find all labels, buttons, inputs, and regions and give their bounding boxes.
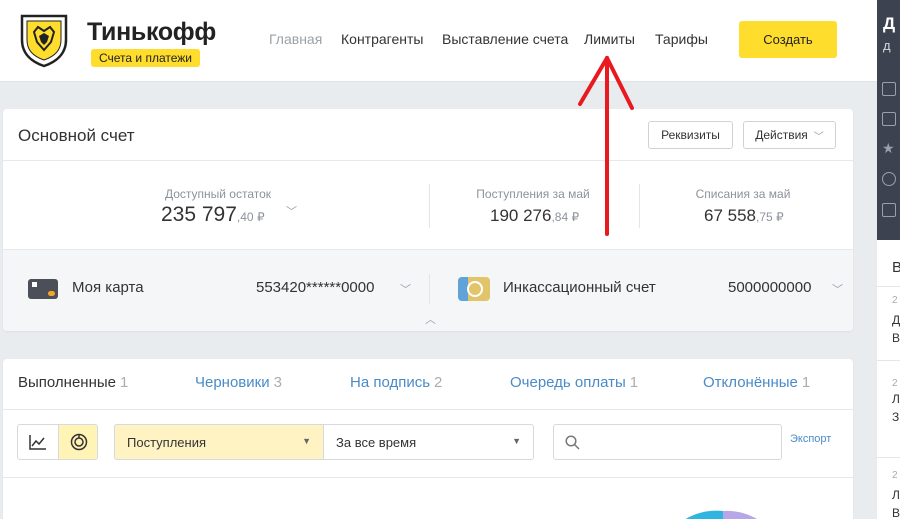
sidebar-title: Д — [883, 14, 896, 33]
nav-contractors[interactable]: Контрагенты — [341, 31, 423, 47]
payments-card: Выполненные 1 Черновики 3 На подпись 2 Очер… — [3, 359, 853, 519]
nav-tariffs[interactable]: Тарифы — [655, 31, 708, 47]
collection-account-icon — [458, 277, 490, 301]
divider — [877, 286, 900, 287]
event-date: 2 — [892, 295, 898, 306]
income-amount: 190 276 — [490, 206, 552, 225]
pie-chart-view-button[interactable] — [58, 425, 97, 459]
card-number: 553420******0000 — [256, 279, 375, 296]
tab-count: 2 — [434, 374, 443, 391]
details-button[interactable]: Реквизиты — [648, 121, 733, 149]
nav-home[interactable]: Главная — [269, 31, 322, 47]
divider — [877, 457, 900, 458]
dropdown-arrow-icon: ▼ — [512, 436, 521, 446]
sidebar-list-header: В — [892, 259, 900, 276]
create-button[interactable]: Создать — [739, 21, 837, 58]
collection-account-number: 5000000000 — [728, 279, 812, 296]
balance-cents: ,40 ₽ — [236, 210, 265, 224]
bank-card-icon — [28, 279, 58, 299]
income-cents: ,84 ₽ — [551, 210, 580, 224]
tab-label: На подпись — [350, 374, 431, 391]
event-line[interactable]: В — [892, 506, 900, 519]
actions-button[interactable]: Действия ﹀ — [743, 121, 836, 149]
income-value: 190 276,84 ₽ — [490, 206, 579, 226]
period-select[interactable]: За все время ▼ — [324, 424, 534, 460]
brand-name: Тинькофф — [87, 18, 216, 46]
chart-view-toggle — [17, 424, 98, 460]
card-chevron-down-icon[interactable]: ﹀ — [400, 281, 411, 297]
operation-type-select[interactable]: Поступления ▼ — [114, 424, 324, 460]
nav-invoicing[interactable]: Выставление счета — [442, 31, 568, 47]
tab-completed[interactable]: Выполненные 1 — [18, 374, 128, 391]
chevron-down-icon: ﹀ — [813, 131, 824, 143]
account-title: Основной счет — [18, 126, 135, 145]
balance-value: 235 797,40 ₽ — [161, 203, 265, 227]
tab-rejected[interactable]: Отклонённые 1 — [703, 374, 810, 391]
expense-cents: ,75 ₽ — [756, 210, 784, 224]
event-line[interactable]: Л — [892, 488, 900, 502]
divider — [639, 184, 640, 228]
tab-count: 1 — [629, 374, 639, 391]
clipboard-icon[interactable] — [882, 112, 896, 126]
event-line[interactable]: З — [892, 410, 899, 424]
document-icon[interactable] — [882, 82, 896, 96]
event-line[interactable]: В — [892, 331, 900, 345]
tab-count: 3 — [273, 374, 282, 391]
balance-label: Доступный остаток — [164, 187, 272, 201]
tab-count: 1 — [120, 374, 129, 391]
brand-badge: Счета и платежи — [91, 49, 201, 67]
linked-accounts-row: Моя карта 553420******0000 ﹀ Инкассацион… — [3, 249, 853, 331]
sidebar-events: В 2 Д В 2 Л З 2 Л В — [877, 240, 900, 519]
event-line[interactable]: Д — [892, 313, 900, 327]
divider — [877, 360, 900, 361]
mail-icon[interactable] — [882, 203, 896, 217]
divider — [3, 409, 853, 410]
tab-to-sign[interactable]: На подпись 2 — [350, 374, 442, 391]
tab-label: Отклонённые — [703, 374, 798, 391]
search-input[interactable] — [588, 433, 768, 448]
search-icon — [565, 435, 580, 450]
event-date: 2 — [892, 378, 898, 389]
account-card: Основной счет Реквизиты Действия ﹀ Досту… — [3, 109, 853, 331]
tab-drafts[interactable]: Черновики 3 — [195, 374, 282, 391]
tab-label: Черновики — [195, 374, 270, 391]
tab-payment-queue[interactable]: Очередь оплаты 1 — [510, 374, 638, 391]
operation-type-value: Поступления — [127, 434, 207, 450]
divider — [3, 477, 853, 478]
tinkoff-logo[interactable] — [16, 12, 72, 68]
export-link[interactable]: Экспорт — [790, 433, 831, 445]
period-value: За все время — [336, 434, 417, 450]
sidebar-profile: Д д ★ — [877, 0, 900, 240]
search-box — [553, 424, 782, 460]
dropdown-arrow-icon: ▼ — [302, 436, 311, 446]
balance-toggle-chevron-icon[interactable]: ﹀ — [286, 203, 297, 219]
expense-label: Списания за май — [695, 187, 791, 201]
expense-value: 67 558,75 ₽ — [704, 206, 784, 226]
tab-count: 1 — [801, 374, 811, 391]
pie-chart-preview — [685, 510, 757, 519]
divider — [429, 184, 430, 228]
sidebar-subtitle: д — [883, 38, 891, 53]
tab-label: Очередь оплаты — [510, 374, 626, 391]
pie-chart-icon — [70, 433, 87, 451]
collapse-chevron-up-icon[interactable]: ︿ — [425, 311, 436, 327]
divider — [429, 274, 430, 304]
divider — [3, 160, 853, 161]
tab-label: Выполненные — [18, 374, 116, 391]
expense-amount: 67 558 — [704, 206, 756, 225]
event-line[interactable]: Л — [892, 392, 900, 406]
line-chart-view-button[interactable] — [18, 425, 58, 459]
star-icon[interactable]: ★ — [882, 140, 896, 156]
gear-icon[interactable] — [882, 172, 896, 186]
collection-account-name[interactable]: Инкассационный счет — [503, 279, 656, 296]
line-chart-icon — [29, 435, 46, 450]
nav-limits[interactable]: Лимиты — [584, 31, 635, 47]
top-header: Тинькофф Счета и платежи Главная Контраг… — [0, 0, 877, 82]
card-name[interactable]: Моя карта — [72, 279, 144, 296]
actions-label: Действия — [755, 128, 808, 142]
income-label: Поступления за май — [476, 187, 590, 201]
event-date: 2 — [892, 470, 898, 481]
balance-amount: 235 797 — [161, 203, 237, 226]
collection-chevron-down-icon[interactable]: ﹀ — [832, 281, 843, 297]
